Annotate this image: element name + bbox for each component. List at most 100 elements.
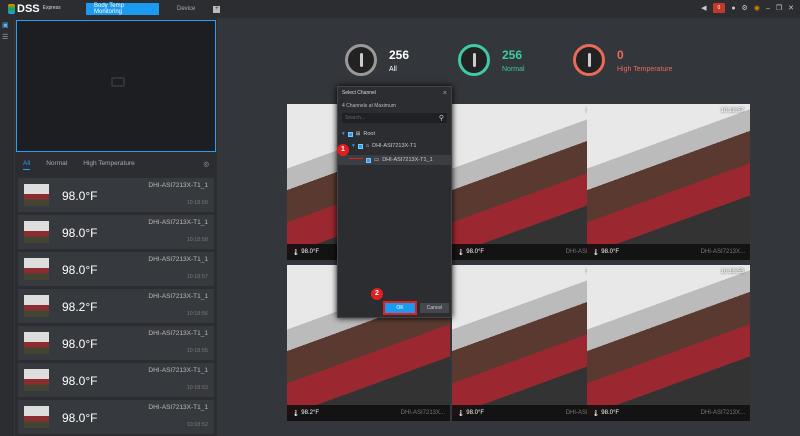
speaker-icon[interactable]: ◀ xyxy=(701,4,706,12)
location-icon[interactable]: ◎ xyxy=(203,160,209,170)
tile-temperature: 98.2°F xyxy=(301,410,320,416)
list-item[interactable]: 98.2°F DHI-ASI7213X-T1_1 10:18:56 xyxy=(18,289,214,323)
capture-tile[interactable]: 10:18:57 🌡 98.0°F DHI-ASI7213X... xyxy=(587,104,750,260)
app-logo: DSS Express xyxy=(8,3,86,15)
search-icon[interactable]: ⚲ xyxy=(439,114,444,122)
list-icon[interactable]: ☰ xyxy=(2,34,11,42)
checkbox[interactable] xyxy=(347,131,353,137)
list-item[interactable]: 98.0°F DHI-ASI7213X-T1_1 10:18:53 xyxy=(18,363,214,397)
stat-0: 256 All xyxy=(345,44,409,76)
thermometer-icon: 🌡 xyxy=(292,410,300,417)
stat-value: 0 xyxy=(617,47,624,62)
stat-label: Normal xyxy=(502,65,525,73)
tree-node-device[interactable]: ▾ ⌂ DHI-ASI7213X-T1 xyxy=(352,143,416,149)
device-name: DHI-ASI7213X-T1_1 xyxy=(148,219,208,226)
monitor-icon[interactable]: ▣ xyxy=(2,22,11,30)
checkbox[interactable] xyxy=(366,157,371,163)
stat-value: 256 xyxy=(389,47,410,62)
filter-tab-all[interactable]: All xyxy=(23,160,31,170)
side-rail: ▣ ☰ xyxy=(0,18,14,436)
tile-temperature: 98.0°F xyxy=(466,249,485,255)
tab-device[interactable]: Device xyxy=(169,3,203,15)
timestamp: 10:18:52 xyxy=(186,422,208,428)
close-icon[interactable]: × xyxy=(443,90,447,97)
device-name: DHI-ASI7213X-T1_1 xyxy=(148,182,208,189)
temperature: 98.0°F xyxy=(62,411,98,425)
timestamp: 10:18:59 xyxy=(186,200,208,206)
camera-icon xyxy=(111,77,125,87)
temperature: 98.0°F xyxy=(62,337,98,351)
temperature: 98.0°F xyxy=(62,189,98,203)
select-channel-dialog: Select Channel × 4 Channels at Maximum Se… xyxy=(337,86,452,318)
user-icon[interactable]: ● xyxy=(731,5,735,12)
alert-icon[interactable]: ◉ xyxy=(754,4,760,12)
close-icon[interactable]: ✕ xyxy=(788,4,794,12)
temperature: 98.0°F xyxy=(62,226,98,240)
filter-tab-high-temperature[interactable]: High Temperature xyxy=(83,160,135,170)
logo-icon xyxy=(8,4,15,14)
thermometer-icon: 🌡 xyxy=(457,249,465,256)
thermometer-gauge-icon xyxy=(345,44,377,76)
list-item[interactable]: 98.0°F DHI-ASI7213X-T1_1 10:18:58 xyxy=(18,215,214,249)
device-name: DHI-ASI7213X-T1_1 xyxy=(148,367,208,374)
minimize-icon[interactable]: – xyxy=(766,5,770,12)
temperature: 98.0°F xyxy=(62,263,98,277)
cancel-button[interactable]: Cancel xyxy=(420,303,449,313)
snapshot-thumbnail xyxy=(24,406,49,428)
stat-label: High Temperature xyxy=(617,65,673,73)
timestamp: 10:18:57 xyxy=(186,274,208,280)
capture-time: 10:18:57 xyxy=(720,108,744,114)
device-name: DHI-ASI7213X-T1_1 xyxy=(148,256,208,263)
temperature: 98.2°F xyxy=(62,300,98,314)
restore-icon[interactable]: ❐ xyxy=(776,4,782,12)
list-item[interactable]: 98.0°F DHI-ASI7213X-T1_1 10:18:57 xyxy=(18,252,214,286)
arrow-annotation xyxy=(349,158,363,159)
thermometer-gauge-icon xyxy=(458,44,490,76)
device-name: DHI-ASI7213X-T1_1 xyxy=(148,330,208,337)
left-panel: All Normal High Temperature ◎ 98.0°F DHI… xyxy=(15,18,217,436)
step-marker-1: 1 xyxy=(337,144,349,156)
timestamp: 10:18:55 xyxy=(186,348,208,354)
snapshot-thumbnail xyxy=(24,332,49,354)
stat-label: All xyxy=(389,65,397,73)
alarm-badge[interactable]: 0 xyxy=(712,3,726,13)
tile-device: DHI-ASI7213X... xyxy=(700,410,745,416)
snapshot-thumbnail xyxy=(24,184,49,206)
add-tab-button[interactable]: + xyxy=(213,5,221,13)
stat-1: 256 Normal xyxy=(458,44,525,76)
live-preview[interactable] xyxy=(16,20,216,152)
filter-tab-normal[interactable]: Normal xyxy=(46,160,67,170)
device-name: DHI-ASI7213X-T1_1 xyxy=(148,293,208,300)
top-bar: DSS Express Body Temp Monitoring Device +… xyxy=(0,0,800,18)
tile-temperature: 98.0°F xyxy=(301,249,320,255)
snapshot-thumbnail xyxy=(24,258,49,280)
snapshot-thumbnail xyxy=(24,295,49,317)
list-item[interactable]: 98.0°F DHI-ASI7213X-T1_1 10:18:52 xyxy=(18,400,214,434)
temperature: 98.0°F xyxy=(62,374,98,388)
gear-icon[interactable]: ⚙ xyxy=(742,4,748,12)
device-icon: ⌂ xyxy=(365,143,370,149)
stat-2: 0 High Temperature xyxy=(573,44,673,76)
stat-value: 256 xyxy=(502,47,523,62)
snapshot-thumbnail xyxy=(24,369,49,391)
thermometer-icon: 🌡 xyxy=(457,410,465,417)
tree-node-channel[interactable]: ▭ DHI-ASI7213X-T1_1 xyxy=(366,157,433,163)
ok-button[interactable]: OK xyxy=(383,301,417,315)
timestamp: 10:18:56 xyxy=(186,311,208,317)
list-item[interactable]: 98.0°F DHI-ASI7213X-T1_1 10:18:59 xyxy=(18,178,214,212)
max-channels-note: 4 Channels at Maximum xyxy=(342,103,396,109)
capture-tile[interactable]: 10:18:53 🌡 98.0°F DHI-ASI7213X... xyxy=(587,265,750,421)
checkbox[interactable] xyxy=(357,143,363,149)
search-input[interactable]: Search... ⚲ xyxy=(342,113,447,123)
tree-node-root[interactable]: ▾ ⊞ Root xyxy=(342,131,375,137)
tab-body-temp-monitoring[interactable]: Body Temp Monitoring xyxy=(86,3,159,15)
device-name: DHI-ASI7213X-T1_1 xyxy=(148,404,208,411)
step-marker-2: 2 xyxy=(371,288,383,300)
snapshot-thumbnail xyxy=(24,221,49,243)
list-item[interactable]: 98.0°F DHI-ASI7213X-T1_1 10:18:55 xyxy=(18,326,214,360)
thermometer-icon: 🌡 xyxy=(592,249,600,256)
camera-icon: ▭ xyxy=(374,157,380,163)
timestamp: 10:18:53 xyxy=(186,385,208,391)
dialog-title: Select Channel xyxy=(342,90,376,96)
tile-temperature: 98.0°F xyxy=(601,249,620,255)
